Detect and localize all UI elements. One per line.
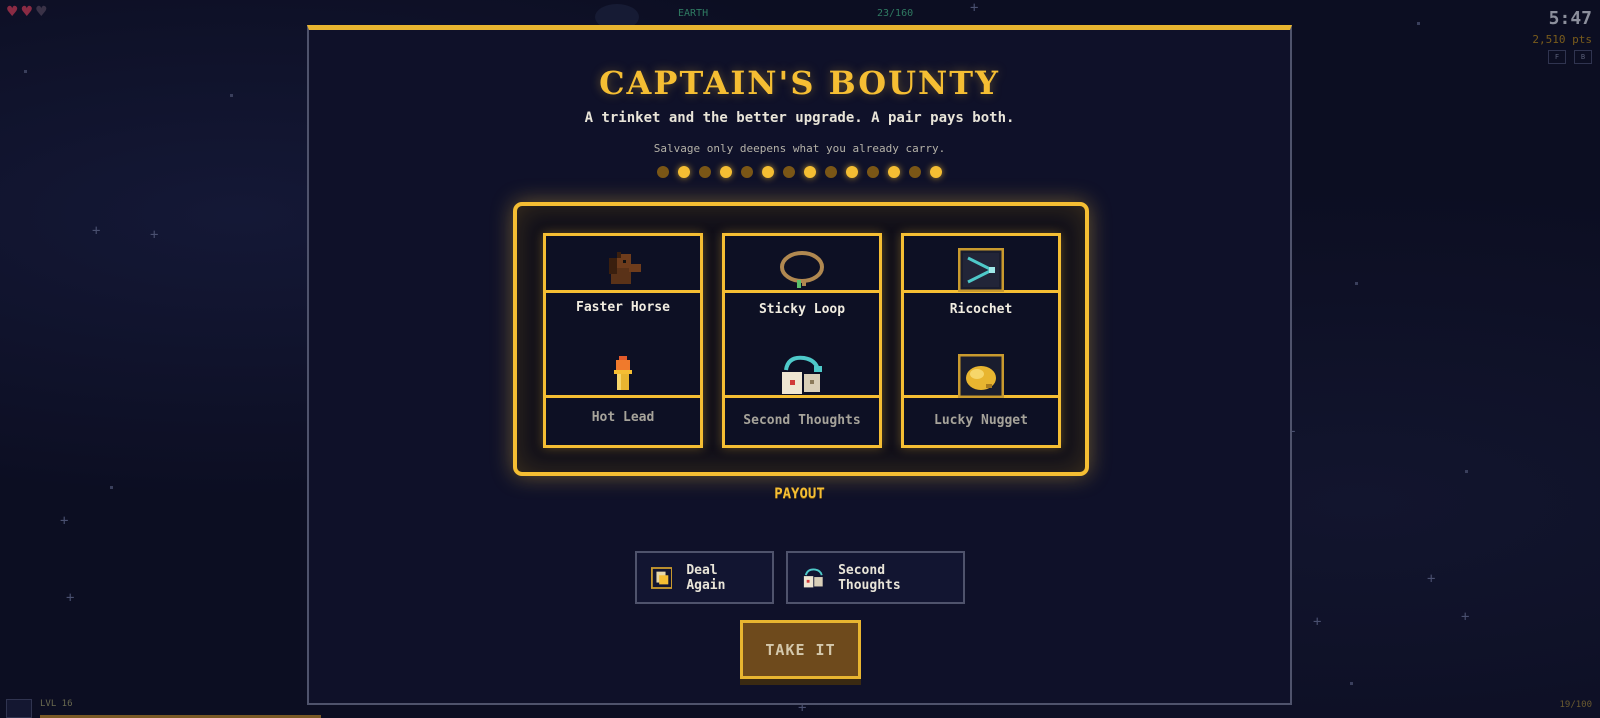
modal-title: CAPTAIN'S BOUNTY (599, 64, 1000, 102)
star (1355, 282, 1358, 285)
reroll-icon (803, 567, 823, 587)
reel-2-bottom-label: Second Thoughts (743, 413, 861, 428)
heart-icon: ♥ (6, 4, 19, 20)
progress-pip (699, 166, 711, 178)
progress-pip (783, 166, 795, 178)
reroll-icon (782, 355, 822, 394)
bounty-modal: CAPTAIN'S BOUNTY A trinket and the bette… (307, 25, 1292, 705)
slot-board: Faster Horse Hot Lead Sticky Loop Second… (513, 202, 1089, 476)
star: + (1313, 614, 1322, 630)
progress-pip (762, 166, 774, 178)
lasso-icon (780, 251, 824, 288)
deal-again-label: Deal Again (686, 562, 726, 593)
level-icon (6, 699, 32, 718)
level-label: LVL 16 (40, 699, 73, 709)
reel-3-top-label: Ricochet (949, 302, 1013, 317)
bullet-icon (614, 356, 632, 390)
timer: 5:47 (1548, 8, 1592, 29)
heart-icon: ♥ (20, 4, 34, 20)
wave-progress: 23/160 (877, 8, 914, 19)
progress-pip (720, 166, 732, 178)
star: + (150, 227, 159, 243)
points-counter: 2,510 pts (1532, 33, 1592, 46)
reel-3[interactable]: Ricochet Lucky Nugget (901, 233, 1061, 448)
reel-divider (546, 290, 700, 293)
action-buttons: Deal Again Second Thoughts (309, 551, 1290, 604)
hotkey-hints: F B (1548, 50, 1592, 64)
deal-icon (650, 566, 673, 589)
reel-divider (546, 395, 700, 398)
progress-pips (309, 166, 1290, 178)
modal-subtitle: A trinket and the better upgrade. A pair… (584, 110, 1015, 126)
reel-2[interactable]: Sticky Loop Second Thoughts (722, 233, 882, 448)
progress-pip (678, 166, 690, 178)
star (1350, 682, 1353, 685)
second-thoughts-label: Second Thoughts (838, 562, 901, 593)
progress-pip (804, 166, 816, 178)
star (230, 94, 233, 97)
modal-note: Salvage only deepens what you already ca… (653, 142, 946, 155)
star: + (1461, 609, 1470, 625)
reel-divider (725, 290, 879, 293)
star (1417, 22, 1420, 25)
world-label: EARTH (678, 8, 709, 19)
star (110, 486, 113, 489)
progress-pip (867, 166, 879, 178)
hotkey: F (1548, 50, 1566, 64)
star: + (66, 590, 75, 606)
progress-pip (825, 166, 837, 178)
star (24, 70, 27, 73)
reel-3-bottom-label: Lucky Nugget (934, 413, 1028, 428)
progress-pip (741, 166, 753, 178)
ricochet-icon (958, 248, 1004, 292)
progress-pip (930, 166, 942, 178)
payout-label: PAYOUT (774, 486, 825, 502)
take-it-button[interactable]: TAKE IT (740, 620, 861, 679)
reel-1-bottom-label: Hot Lead (591, 410, 655, 425)
star: + (92, 223, 101, 239)
reel-1[interactable]: Faster Horse Hot Lead (543, 233, 703, 448)
deal-again-button[interactable]: Deal Again (634, 551, 774, 604)
heart-icon: ♥ (35, 4, 48, 20)
progress-pip (657, 166, 669, 178)
horse-icon (609, 252, 641, 284)
second-thoughts-button[interactable]: Second Thoughts (785, 551, 965, 604)
star: + (1427, 571, 1436, 587)
health-hearts: ♥ ♥ ♥ (6, 5, 48, 19)
progress-pip (888, 166, 900, 178)
hotkey: B (1574, 50, 1592, 64)
reel-2-top-label: Sticky Loop (758, 302, 846, 317)
star (1465, 470, 1468, 473)
reel-1-top-label: Faster Horse (576, 300, 670, 315)
progress-pip (846, 166, 858, 178)
star: + (970, 0, 979, 16)
progress-pip (909, 166, 921, 178)
nugget-icon (958, 354, 1004, 398)
star: + (60, 513, 69, 529)
kill-count: 19/100 (1559, 700, 1592, 710)
